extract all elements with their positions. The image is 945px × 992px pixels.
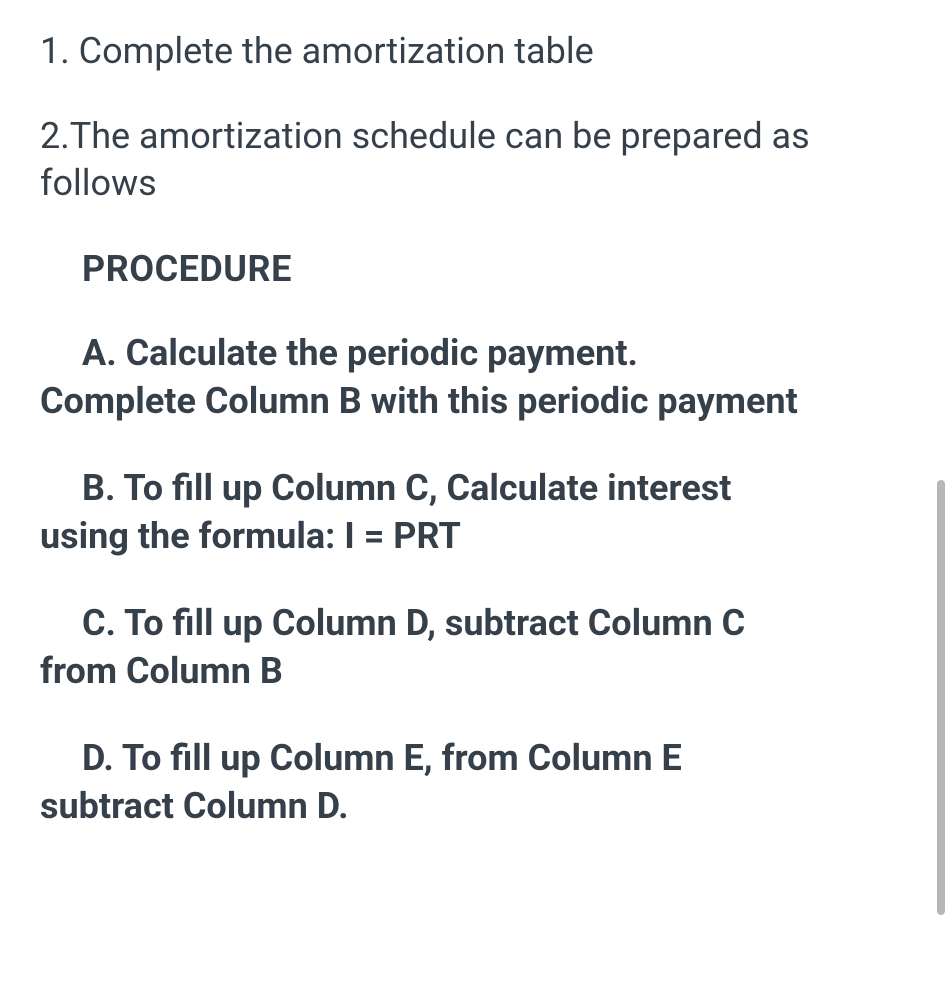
procedure-step-d: D. To fill up Column E, from Column E su… (40, 735, 913, 830)
procedure-heading: PROCEDURE (82, 248, 913, 290)
list-item-1: 1. Complete the amortization table (40, 28, 913, 75)
step-a-line-1: A. Calculate the periodic payment. (40, 330, 913, 378)
procedure-step-c: C. To fill up Column D, subtract Column … (40, 600, 913, 695)
step-b-line-1: B. To fill up Column C, Calculate intere… (40, 465, 913, 513)
procedure-step-b: B. To fill up Column C, Calculate intere… (40, 465, 913, 560)
step-c-line-2: from Column B (40, 648, 913, 696)
step-b-line-2: using the formula: I = PRT (40, 513, 913, 561)
list-item-2: 2.The amortization schedule can be prepa… (40, 113, 913, 207)
step-d-line-2: subtract Column D. (40, 783, 913, 831)
step-c-line-1: C. To fill up Column D, subtract Column … (40, 600, 913, 648)
scrollbar-thumb[interactable] (937, 480, 945, 915)
procedure-step-a: A. Calculate the periodic payment. Compl… (40, 330, 913, 425)
step-a-line-2: Complete Column B with this periodic pay… (40, 378, 913, 426)
step-d-line-1: D. To fill up Column E, from Column E (40, 735, 913, 783)
